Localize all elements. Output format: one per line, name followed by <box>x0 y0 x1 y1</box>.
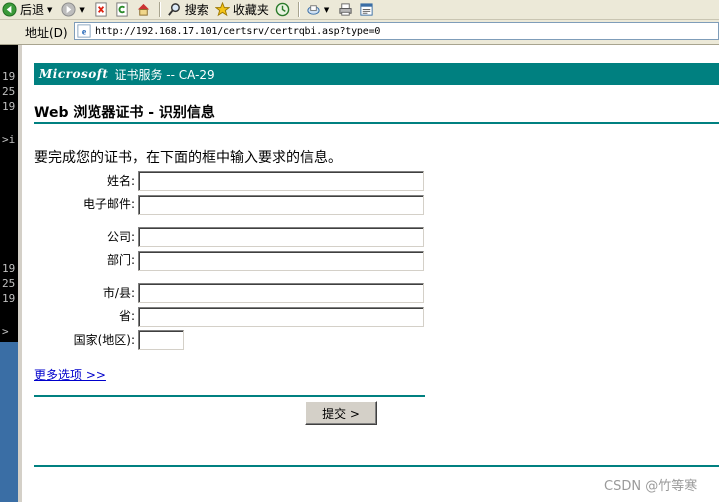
console-line: 25 <box>2 85 16 98</box>
country-input[interactable] <box>138 330 184 350</box>
email-label: 电子邮件: <box>82 197 135 211</box>
province-label: 省: <box>118 309 135 323</box>
print-button[interactable] <box>336 1 355 18</box>
toolbar-separator <box>297 2 300 17</box>
console-line: 19 <box>2 70 16 83</box>
page-content: Microsoft 证书服务 -- CA-29 Web 浏览器证书 - 识别信息… <box>22 45 719 502</box>
console-line: > <box>2 325 9 338</box>
address-input[interactable]: e http://192.168.17.101/certsrv/certrqbi… <box>74 22 719 40</box>
favorites-button-label: 收藏夹 <box>232 3 269 17</box>
service-banner: Microsoft 证书服务 -- CA-29 <box>34 63 719 85</box>
console-line: 19 <box>2 100 16 113</box>
address-url: http://192.168.17.101/certsrv/certrqbi.a… <box>95 25 381 37</box>
brand-logo: Microsoft <box>39 67 109 81</box>
console-line: >i <box>2 133 16 146</box>
back-arrow-icon <box>2 2 17 17</box>
edit-document-icon <box>359 2 374 17</box>
country-label: 国家(地区): <box>73 333 135 347</box>
console-line: 19 <box>2 262 16 275</box>
browser-toolbar: 后退 ▼ ▼ 搜索 收藏夹 ▼ <box>0 0 719 20</box>
back-dropdown-icon[interactable]: ▼ <box>47 6 52 14</box>
search-button[interactable]: 搜索 <box>165 1 211 18</box>
more-options-link[interactable]: 更多选项 >> <box>34 366 106 383</box>
mail-icon <box>306 2 321 17</box>
star-icon <box>214 2 230 17</box>
company-label: 公司: <box>106 230 135 244</box>
mail-button[interactable]: ▼ <box>304 1 334 18</box>
footer-divider <box>34 465 719 467</box>
ie-page-icon: e <box>77 24 91 38</box>
department-input[interactable] <box>138 251 424 271</box>
forward-dropdown-icon[interactable]: ▼ <box>79 6 84 14</box>
intro-text: 要完成您的证书，在下面的框中输入要求的信息。 <box>34 150 342 166</box>
printer-icon <box>338 2 353 17</box>
edit-button[interactable] <box>357 1 376 18</box>
favorites-button[interactable]: 收藏夹 <box>213 1 271 18</box>
history-icon <box>275 2 290 17</box>
watermark-text: CSDN @竹等寒 <box>604 479 698 494</box>
refresh-icon <box>115 2 130 17</box>
stop-icon <box>94 2 109 17</box>
name-input[interactable] <box>138 171 424 191</box>
console-line: 19 <box>2 292 16 305</box>
heading-divider <box>34 122 719 124</box>
back-button-label: 后退 <box>20 3 45 17</box>
back-button[interactable]: 后退 ▼ <box>0 1 57 18</box>
address-bar: 地址(D) e http://192.168.17.101/certsrv/ce… <box>0 20 719 45</box>
mail-dropdown-icon[interactable]: ▼ <box>324 6 329 14</box>
page-title: Web 浏览器证书 - 识别信息 <box>34 105 215 121</box>
submit-button[interactable]: 提交 > <box>305 401 377 425</box>
refresh-button[interactable] <box>113 1 132 18</box>
background-desktop: 19 25 19 >i 19 25 19 > <box>0 45 22 502</box>
city-label: 市/县: <box>102 286 135 300</box>
history-button[interactable] <box>273 1 292 18</box>
address-label: 地址(D) <box>25 26 68 40</box>
forward-arrow-icon <box>61 2 76 17</box>
console-line: 25 <box>2 277 16 290</box>
console-window: 19 25 19 >i 19 25 19 > <box>0 45 18 342</box>
province-input[interactable] <box>138 307 424 327</box>
search-icon <box>167 2 182 17</box>
email-input[interactable] <box>138 195 424 215</box>
company-input[interactable] <box>138 227 424 247</box>
search-button-label: 搜索 <box>184 3 209 17</box>
svg-text:e: e <box>82 27 87 38</box>
service-title: 证书服务 -- CA-29 <box>114 67 215 82</box>
stop-button[interactable] <box>92 1 111 18</box>
toolbar-separator <box>158 2 161 17</box>
name-label: 姓名: <box>106 174 135 188</box>
home-button[interactable] <box>134 1 153 18</box>
home-icon <box>136 2 151 17</box>
city-input[interactable] <box>138 283 424 303</box>
forward-button[interactable]: ▼ <box>59 1 89 18</box>
form-divider <box>34 395 425 397</box>
department-label: 部门: <box>106 253 135 267</box>
